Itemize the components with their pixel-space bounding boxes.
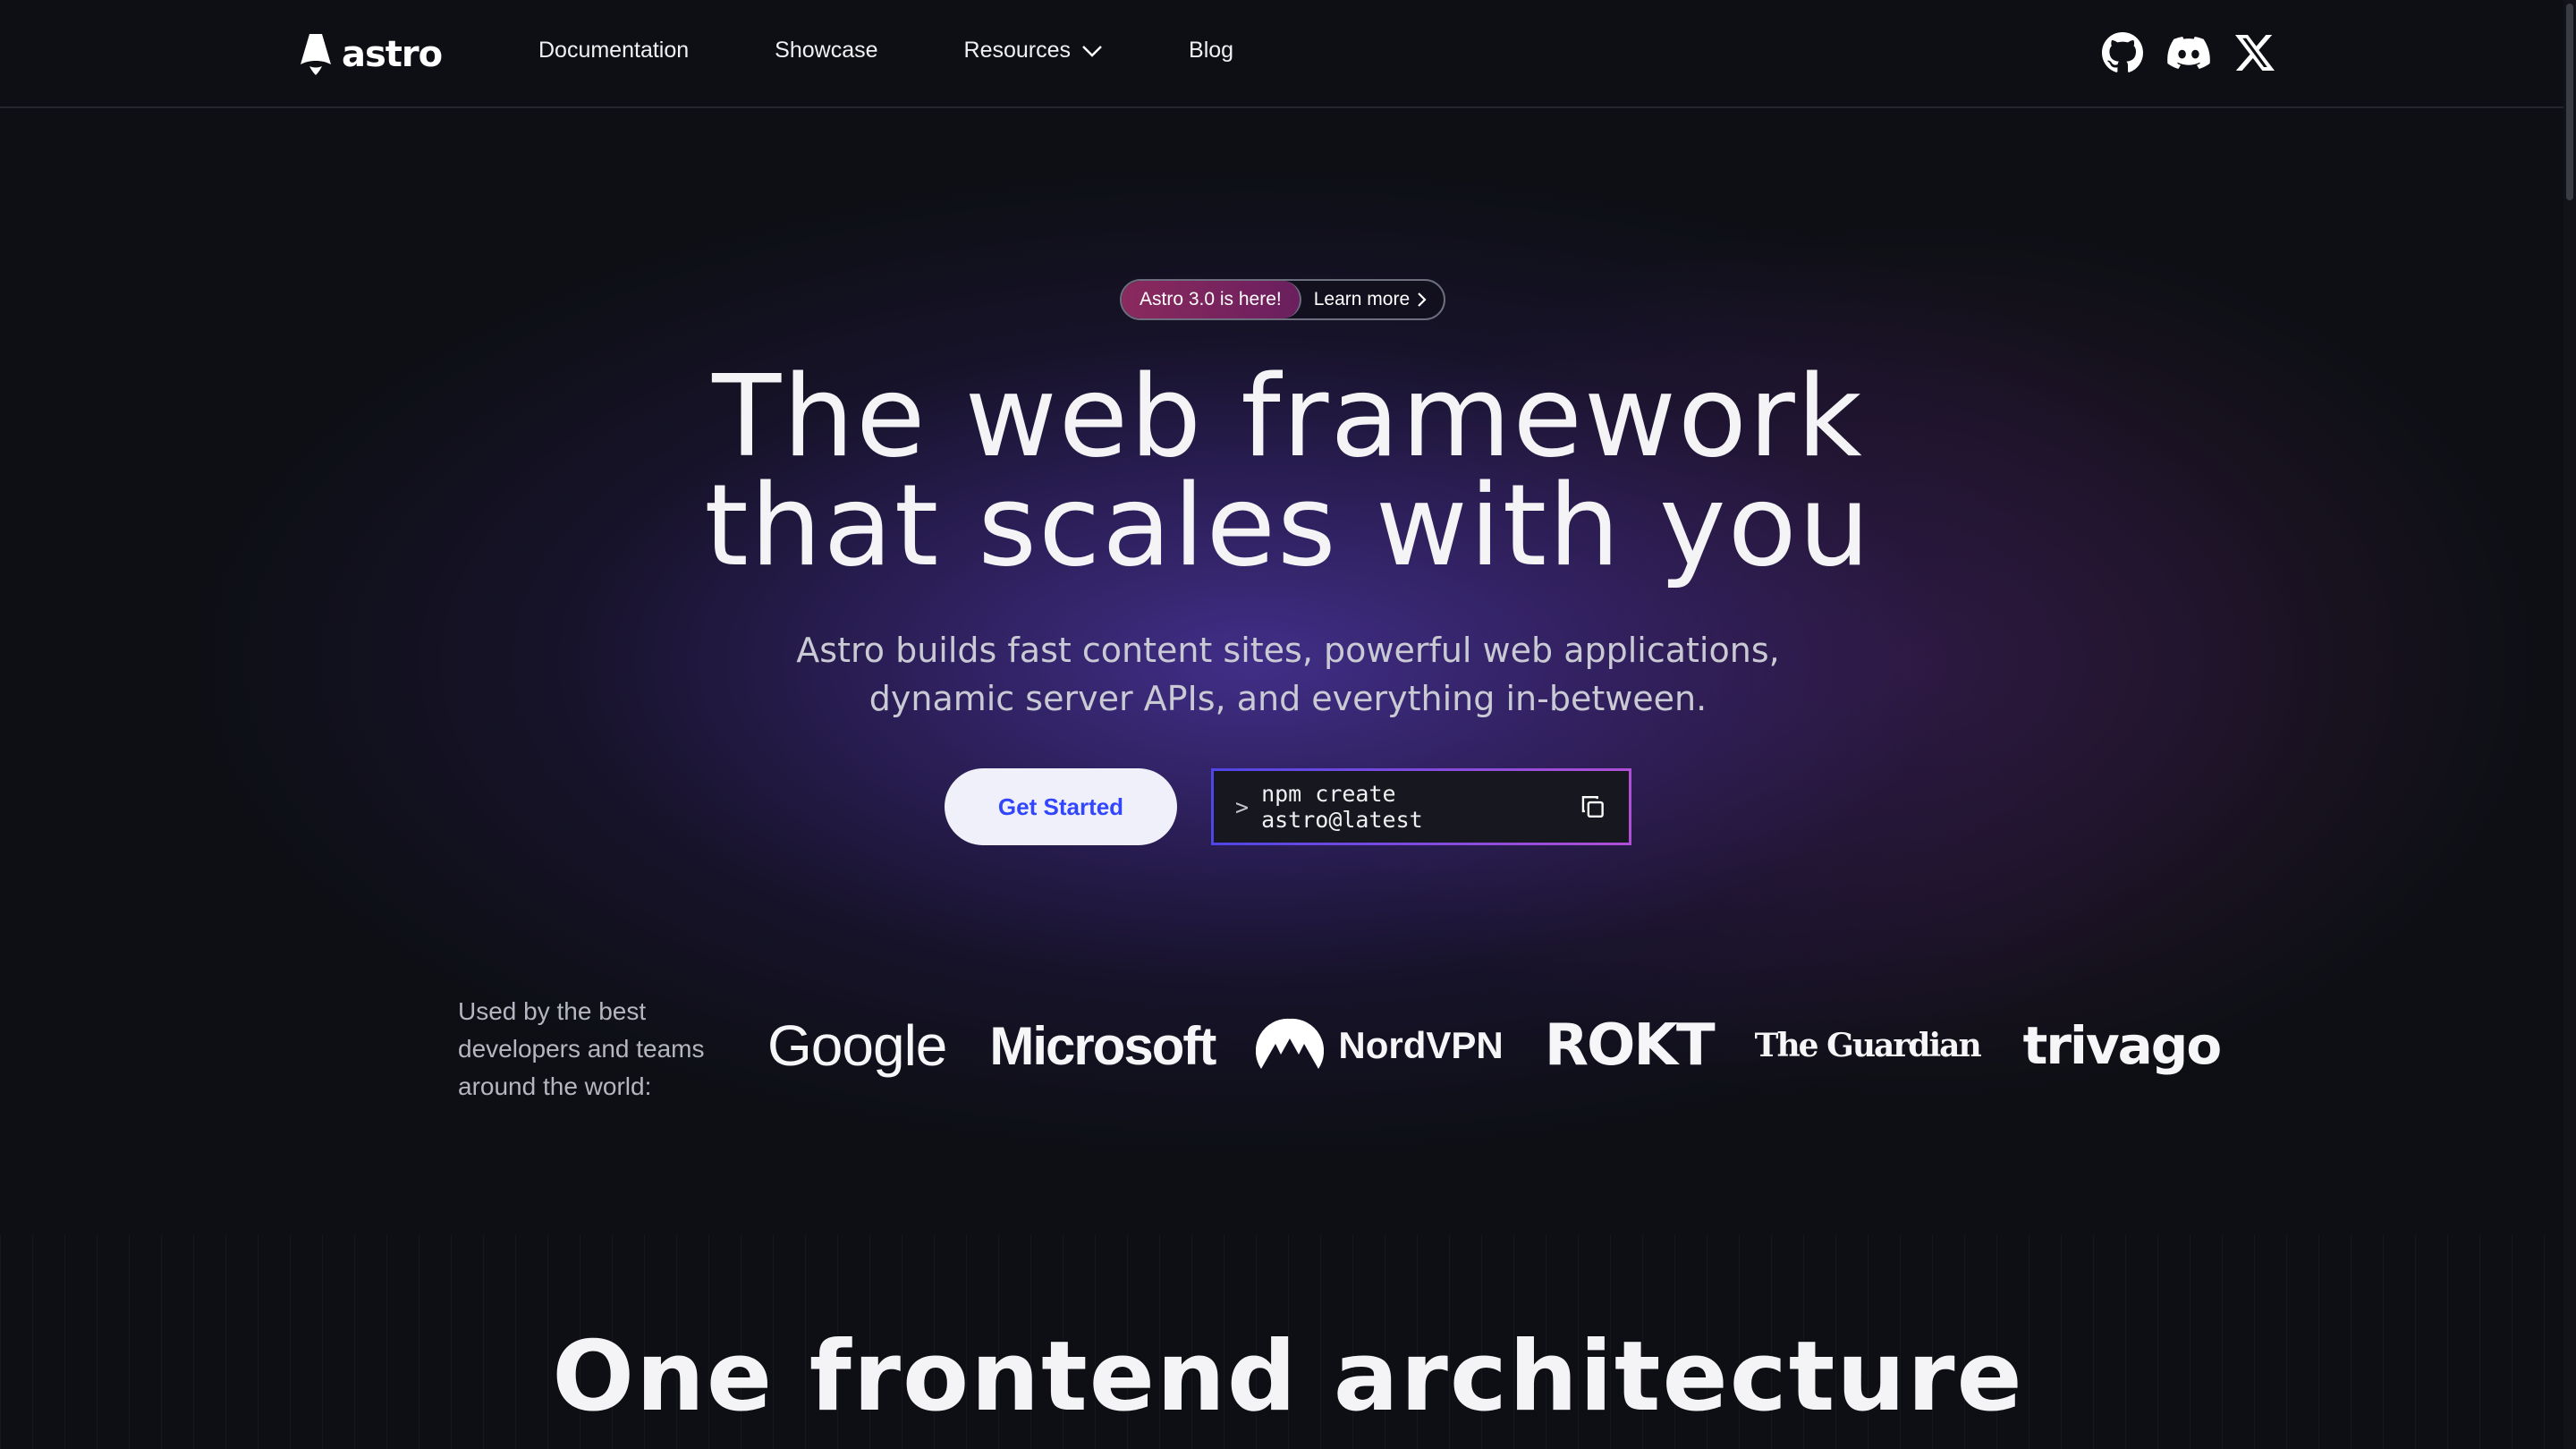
hero-headline: The web framework that scales with you xyxy=(0,351,2576,591)
used-by-text: Used by the best developers and teams ar… xyxy=(458,997,705,1100)
customer-logos: Google Microsoft NordVPN ROKT The Guardi… xyxy=(767,1013,2223,1079)
nordvpn-mountain-icon xyxy=(1256,1018,1325,1069)
github-link[interactable] xyxy=(2100,30,2145,75)
google-logo: Google xyxy=(767,1013,947,1078)
social-links xyxy=(2100,30,2277,75)
section-title: One frontend architecture xyxy=(0,1324,2576,1431)
astro-rocket-icon xyxy=(301,34,331,75)
install-command-box[interactable]: > npm create astro@latest xyxy=(1211,768,1631,845)
nav-link-showcase[interactable]: Showcase xyxy=(775,38,877,64)
nav-link-blog[interactable]: Blog xyxy=(1189,38,1233,64)
get-started-button[interactable]: Get Started xyxy=(945,768,1177,845)
nordvpn-wordmark: NordVPN xyxy=(1338,1024,1504,1066)
nav-link-documentation[interactable]: Documentation xyxy=(538,38,689,64)
nav-link-resources-label: Resources xyxy=(963,38,1072,63)
astro-logo[interactable]: astro xyxy=(299,32,443,77)
install-command: npm create astro@latest xyxy=(1261,781,1423,833)
scrollbar-thumb[interactable] xyxy=(2566,4,2573,200)
hero-subheading: Astro builds fast content sites, powerfu… xyxy=(0,626,2576,723)
chevron-down-icon xyxy=(1082,45,1102,57)
copy-icon[interactable] xyxy=(1579,792,1607,821)
headline-line-1: The web framework xyxy=(712,351,1864,482)
discord-link[interactable] xyxy=(2166,30,2211,75)
rokt-logo: ROKT xyxy=(1544,1013,1716,1079)
logo-text: astro xyxy=(342,34,443,75)
announcement-badge[interactable]: Astro 3.0 is here! Learn more xyxy=(1120,279,1446,320)
github-icon xyxy=(2102,32,2144,72)
cta-row: Get Started > npm create astro@latest xyxy=(945,768,1631,845)
guardian-logo: The Guardian xyxy=(1754,1027,1982,1064)
discord-icon xyxy=(2167,37,2210,69)
chevron-right-icon xyxy=(1418,292,1427,307)
nav-link-resources[interactable]: Resources xyxy=(964,38,1104,64)
x-icon xyxy=(2235,35,2275,71)
badge-label: Astro 3.0 is here! xyxy=(1122,281,1301,318)
microsoft-logo: Microsoft xyxy=(989,1015,1216,1076)
nav-links: Documentation Showcase Resources Blog xyxy=(538,38,1233,64)
learn-more-link[interactable]: Learn more xyxy=(1301,289,1444,310)
nordvpn-logo: NordVPN xyxy=(1256,1017,1504,1074)
x-link[interactable] xyxy=(2233,30,2277,75)
headline-line-2: that scales with you xyxy=(704,460,1872,591)
page-scrollbar[interactable] xyxy=(2563,0,2576,1449)
learn-more-label: Learn more xyxy=(1313,289,1411,309)
command-prompt: > xyxy=(1235,793,1250,820)
subheading-line-2: dynamic server APIs, and everything in-b… xyxy=(869,679,1707,718)
section-title-line-1: One frontend architecture xyxy=(552,1321,2024,1433)
top-navigation: astro Documentation Showcase Resources B… xyxy=(0,0,2576,108)
subheading-line-1: Astro builds fast content sites, powerfu… xyxy=(796,631,1780,670)
trivago-logo: trivago xyxy=(2022,1015,2223,1076)
